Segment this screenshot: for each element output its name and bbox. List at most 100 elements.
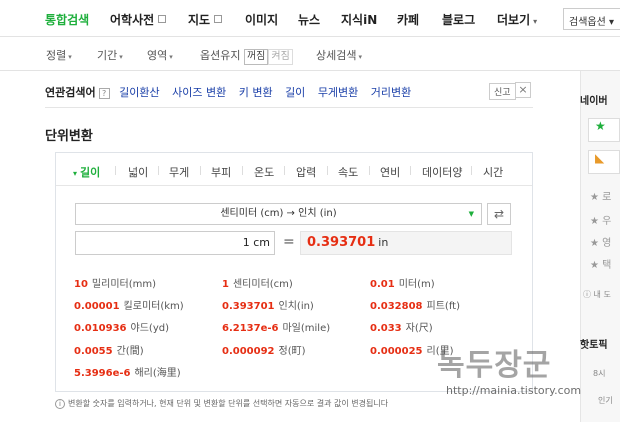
category-tab-area[interactable]: 넓이	[128, 164, 148, 180]
tab-news[interactable]: 뉴스	[298, 11, 320, 28]
chevron-down-icon: ▾	[169, 53, 173, 61]
star-icon: ★	[590, 260, 599, 271]
tab-map[interactable]: 지도	[188, 11, 223, 28]
tab-knowledge-in[interactable]: 지식iN	[341, 11, 377, 28]
star-icon: ★	[590, 238, 599, 249]
category-tab-data-size[interactable]: 데이터양	[422, 164, 462, 180]
right-panel-row[interactable]: ★ 로	[590, 188, 611, 203]
tab-more-label: 더보기	[497, 13, 531, 27]
value-input[interactable]: 1 cm	[75, 231, 275, 255]
sort-filter-label: 정렬	[46, 49, 67, 62]
related-keyword[interactable]: 거리변환	[371, 86, 411, 99]
tab-blog[interactable]: 블로그	[442, 11, 475, 28]
swap-units-button[interactable]: ⇄	[487, 203, 511, 225]
right-panel-row-label: 택	[602, 260, 612, 271]
conversion-unit-label: 센티미터 (cm) → 인치 (in)	[220, 208, 337, 219]
close-icon[interactable]: ×	[515, 82, 531, 98]
area-filter[interactable]: 영역 ▾	[147, 47, 173, 63]
related-keyword[interactable]: 사이즈 변환	[172, 86, 226, 99]
result-item-value: 0.393701	[222, 301, 275, 312]
divider	[158, 166, 159, 175]
period-filter-label: 기간	[97, 49, 118, 62]
right-panel-title: 네이버	[580, 96, 608, 107]
result-item-unit: 밀리미터(mm)	[91, 279, 157, 290]
right-panel-row[interactable]: ★ 택	[590, 256, 611, 271]
star-icon: ★	[590, 216, 599, 227]
search-options-button[interactable]: 검색옵션 ▾	[563, 8, 620, 30]
filter-bar: 정렬 ▾ 기간 ▾ 영역 ▾ 옵션유지 꺼짐 켜짐 상세검색 ▾	[0, 37, 620, 71]
result-item: 5.3996e-6 해리(海里)	[74, 364, 181, 379]
category-tab-fuel-economy[interactable]: 연비	[380, 164, 400, 180]
result-item-unit: 인치(in)	[278, 301, 314, 312]
right-panel-card[interactable]: ◣	[588, 150, 620, 174]
result-item-unit: 자(尺)	[405, 323, 433, 334]
divider	[284, 166, 285, 175]
result-item: 0.01 미터(m)	[370, 275, 435, 290]
tab-map-label: 지도	[188, 13, 211, 27]
conversion-unit-select[interactable]: 센티미터 (cm) → 인치 (in) ▼	[75, 203, 482, 225]
result-item-value: 0.000025	[370, 346, 423, 357]
result-item-value: 10	[74, 279, 88, 290]
period-filter[interactable]: 기간 ▾	[97, 47, 123, 63]
keep-option: 옵션유지 꺼짐 켜짐	[200, 47, 293, 65]
footnote-text: 변환할 숫자를 입력하거나, 현재 단위 및 변환할 단위를 선택하면 자동으로…	[68, 399, 389, 408]
tab-dictionary-label: 어학사전	[110, 13, 155, 27]
hot-topic-time: 8시	[593, 369, 606, 378]
tab-more[interactable]: 더보기 ▾	[497, 11, 537, 28]
result-item-unit: 미터(m)	[398, 279, 435, 290]
result-item: 0.393701 인치(in)	[222, 297, 314, 312]
result-unit: in	[378, 236, 389, 249]
keep-option-on-toggle[interactable]: 켜짐	[268, 49, 293, 65]
tab-integrated-search[interactable]: 통합검색	[45, 11, 89, 28]
result-item-value: 0.033	[370, 323, 402, 334]
hot-topic-title: 핫토픽	[580, 340, 608, 351]
input-value: 1	[242, 236, 250, 249]
tab-images[interactable]: 이미지	[245, 11, 278, 28]
category-tabs: 길이 넓이 무게 부피 온도 압력 속도 연비 데이터양 시간	[56, 153, 532, 186]
result-item-value: 0.0055	[74, 346, 113, 357]
result-item: 0.000092 정(町)	[222, 342, 306, 357]
keep-option-off-toggle[interactable]: 꺼짐	[243, 49, 269, 65]
detail-search-filter[interactable]: 상세검색 ▾	[316, 47, 362, 63]
right-panel-row[interactable]: ★ 영	[590, 234, 611, 249]
right-panel-row-label: 영	[602, 238, 612, 249]
right-panel-card[interactable]: ★	[588, 118, 620, 142]
help-icon[interactable]: ?	[98, 88, 110, 99]
divider	[200, 166, 201, 175]
detail-search-label: 상세검색	[316, 49, 357, 62]
related-keyword[interactable]: 키 변환	[239, 86, 273, 99]
result-item: 10 밀리미터(mm)	[74, 275, 156, 290]
related-keyword[interactable]: 길이	[285, 86, 305, 99]
hot-topic-item[interactable]: 인기	[598, 395, 613, 406]
chevron-down-icon: ▾	[68, 53, 72, 61]
category-tab-volume[interactable]: 부피	[211, 164, 231, 180]
divider	[242, 166, 243, 175]
right-panel-row[interactable]: ★ 우	[590, 212, 611, 227]
tab-dictionary[interactable]: 어학사전	[110, 11, 167, 28]
chevron-down-icon: ▾	[119, 53, 123, 61]
related-keyword[interactable]: 길이환산	[119, 86, 159, 99]
tab-cafe[interactable]: 카페	[397, 11, 419, 28]
result-item-value: 5.3996e-6	[74, 368, 131, 379]
category-tab-length[interactable]: 길이	[73, 164, 100, 180]
result-item-value: 0.00001	[74, 301, 120, 312]
divider	[327, 166, 328, 175]
sort-filter[interactable]: 정렬 ▾	[46, 47, 72, 63]
category-tab-pressure[interactable]: 압력	[296, 164, 316, 180]
result-value: 0.393701	[307, 235, 376, 250]
report-button[interactable]: 신고	[489, 83, 516, 100]
right-panel-row-label: 우	[602, 216, 612, 227]
category-tab-weight[interactable]: 무게	[169, 164, 189, 180]
result-item-unit: 센티미터(cm)	[232, 279, 293, 290]
watermark: 녹두장군	[437, 348, 552, 383]
info-icon: i	[55, 399, 65, 409]
area-filter-label: 영역	[147, 49, 168, 62]
top-navigation: 통합검색 어학사전 지도 이미지 뉴스 지식iN 카페 블로그 더보기 ▾ 검색옵…	[0, 0, 620, 37]
keep-option-label: 옵션유지	[200, 49, 241, 62]
category-tab-temperature[interactable]: 온도	[254, 164, 274, 180]
related-keyword[interactable]: 무게변환	[318, 86, 358, 99]
category-tab-time[interactable]: 시간	[483, 164, 503, 180]
category-tab-speed[interactable]: 속도	[338, 164, 358, 180]
result-item-unit: 피트(ft)	[426, 301, 460, 312]
result-item-unit: 킬로미터(km)	[123, 301, 184, 312]
